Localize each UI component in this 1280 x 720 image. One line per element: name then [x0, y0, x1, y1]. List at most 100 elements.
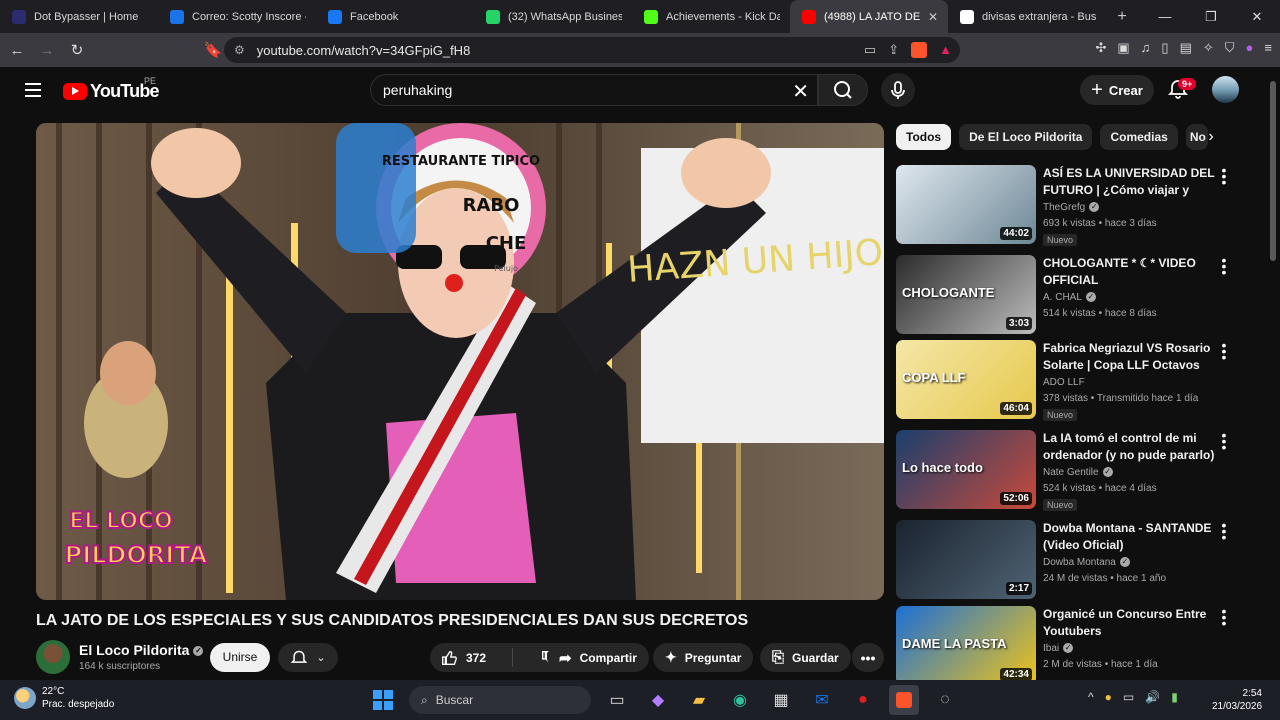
taskbar-search[interactable]: ⌕ Buscar — [409, 686, 591, 714]
browser-tab[interactable]: Achievements - Kick Dashb — [632, 0, 790, 33]
scroll-thumb[interactable] — [1270, 81, 1276, 261]
brave-shields-icon[interactable] — [911, 42, 928, 58]
recommended-channel[interactable]: Nate Gentile ✓ — [1043, 467, 1113, 478]
leo-ai-icon[interactable]: ✧ — [1203, 40, 1214, 56]
browser-tab[interactable]: (4988) LA JATO DE ✕ — [790, 0, 948, 33]
recommended-video[interactable]: COPA LLF 46:04 Fabrica Negriazul VS Rosari… — [896, 338, 1256, 422]
system-clock[interactable]: 2:54 21/03/2026 — [1212, 687, 1262, 713]
edge-icon[interactable]: ◉ — [725, 685, 755, 715]
recommended-channel[interactable]: ADO LLF — [1043, 377, 1085, 388]
browser-tab[interactable]: (32) WhatsApp Business — [474, 0, 632, 33]
recommended-video[interactable]: 44:02 ASÍ ES LA UNIVERSIDAD DEL FUTURO | … — [896, 163, 1256, 247]
ask-button[interactable]: ✦ Preguntar — [653, 643, 754, 672]
outlook-app-icon[interactable]: ✉ — [807, 685, 837, 715]
join-button[interactable]: Unirse — [210, 643, 270, 672]
filter-chip[interactable]: Todos — [896, 124, 952, 150]
guide-menu-icon[interactable] — [25, 83, 41, 97]
video-thumbnail[interactable]: Lo hace todo 52:06 — [896, 430, 1036, 509]
subscription-bell-button[interactable]: ⌄ — [278, 643, 338, 672]
rewards-icon[interactable]: ▲ — [939, 42, 952, 58]
recommended-channel[interactable]: Dowba Montana ✓ — [1043, 557, 1130, 568]
maximize-button[interactable]: ❐ — [1188, 0, 1234, 33]
recommended-video[interactable]: DAME LA PASTA 42:34 Organicé un Concurso E… — [896, 604, 1256, 688]
voice-search-button[interactable] — [881, 73, 915, 107]
clear-search-icon[interactable]: ✕ — [792, 79, 809, 104]
minimize-button[interactable]: — — [1142, 0, 1188, 33]
app-circle-icon[interactable]: ◌ — [930, 685, 960, 715]
recommended-channel[interactable]: A. CHAL ✓ — [1043, 292, 1096, 303]
video-player[interactable]: RESTAURANTE TIPICO RABO CHE Pelujo HAZN … — [36, 123, 884, 600]
volume-icon[interactable]: 🔊 — [1145, 690, 1160, 704]
mic-tray-icon[interactable]: ● — [1105, 690, 1112, 704]
back-icon[interactable]: ← — [4, 42, 30, 59]
cast-icon[interactable]: ▭ — [864, 42, 876, 58]
more-vertical-icon[interactable]: • • • — [1218, 428, 1230, 454]
account-avatar[interactable] — [1212, 76, 1239, 103]
recommended-video[interactable]: 2:17 Dowba Montana - SANTANDE (Video Ofic… — [896, 518, 1256, 602]
more-vertical-icon[interactable]: • • • — [1218, 604, 1230, 630]
media-icon[interactable]: ♫ — [1141, 40, 1151, 56]
recommended-title[interactable]: Fabrica Negriazul VS Rosario Solarte | C… — [1043, 340, 1215, 374]
new-tab-button[interactable]: + — [1106, 8, 1138, 26]
app-red-icon[interactable]: ● — [848, 685, 878, 715]
reload-icon[interactable]: ↻ — [64, 41, 90, 59]
page-scrollbar[interactable] — [1265, 67, 1280, 679]
recommended-title[interactable]: Dowba Montana - SANTANDE (Video Oficial) — [1043, 520, 1215, 554]
video-thumbnail[interactable]: DAME LA PASTA 42:34 — [896, 606, 1036, 685]
file-explorer-icon[interactable]: ▰ — [684, 685, 714, 715]
screenshot-icon[interactable]: ▣ — [1117, 40, 1129, 56]
recommended-title[interactable]: Organicé un Concurso Entre Youtubers — [1043, 606, 1215, 640]
chevron-right-icon[interactable]: › — [1198, 124, 1224, 150]
vpn-icon[interactable]: ⛉ — [1225, 40, 1235, 56]
recommended-channel[interactable]: TheGrefg ✓ — [1043, 202, 1100, 213]
create-button[interactable]: + Crear — [1080, 75, 1154, 105]
browser-tab[interactable]: Correo: Scotty Inscore - Ou — [158, 0, 316, 33]
sidebar-icon[interactable]: ▯ — [1161, 40, 1168, 56]
more-vertical-icon[interactable]: • • • — [1218, 163, 1230, 189]
recommended-video[interactable]: CHOLOGANTE 3:03 CHOLOGANTE * ☾* VIDEO OFFI… — [896, 253, 1256, 337]
display-icon[interactable]: ▭ — [1123, 690, 1134, 704]
recommended-channel[interactable]: Ibai ✓ — [1043, 643, 1074, 654]
forward-icon[interactable]: → — [34, 42, 60, 59]
filter-chip[interactable]: De El Loco Pildorita — [959, 124, 1093, 150]
share-icon[interactable]: ⇪ — [888, 42, 899, 58]
store-icon[interactable]: ▦ — [766, 685, 796, 715]
video-thumbnail[interactable]: COPA LLF 46:04 — [896, 340, 1036, 419]
share-button[interactable]: ➦ Compartir — [547, 643, 649, 672]
weather-widget[interactable]: 22°C Prac. despejado — [14, 685, 114, 711]
save-button[interactable]: ⎘ Guardar — [760, 643, 851, 672]
video-thumbnail[interactable]: CHOLOGANTE 3:03 — [896, 255, 1036, 334]
browser-tab[interactable]: Facebook — [316, 0, 474, 33]
menu-icon[interactable]: ≡ — [1264, 40, 1272, 56]
close-window-button[interactable]: ✕ — [1234, 0, 1280, 33]
more-vertical-icon[interactable]: • • • — [1218, 518, 1230, 544]
video-thumbnail[interactable]: 2:17 — [896, 520, 1036, 599]
close-tab-icon[interactable]: ✕ — [928, 10, 938, 24]
profile-icon[interactable]: ● — [1246, 40, 1254, 56]
site-info-icon[interactable]: ⚙ — [234, 43, 245, 57]
copilot-icon[interactable]: ◆ — [643, 685, 673, 715]
browser-tab[interactable]: Dot Bypasser | Home — [0, 0, 158, 33]
more-vertical-icon[interactable]: • • • — [1218, 338, 1230, 364]
channel-avatar[interactable] — [36, 640, 70, 674]
recommended-title[interactable]: CHOLOGANTE * ☾* VIDEO OFFICIAL — [1043, 255, 1215, 289]
recommended-title[interactable]: ASÍ ES LA UNIVERSIDAD DEL FUTURO | ¿Cómo… — [1043, 165, 1215, 199]
tray-expand-icon[interactable]: ^ — [1088, 690, 1094, 704]
bookmark-icon[interactable]: 🔖 — [200, 41, 226, 59]
windows-start-icon[interactable] — [368, 685, 398, 715]
search-button[interactable] — [818, 74, 868, 106]
wallet-icon[interactable]: ▤ — [1180, 40, 1192, 56]
extensions-icon[interactable]: ✣ — [1095, 40, 1106, 56]
task-view-icon[interactable]: ▭ — [602, 685, 632, 715]
brave-browser-icon[interactable] — [889, 685, 919, 715]
like-button[interactable]: 372 — [430, 648, 513, 667]
filter-chip[interactable]: Comedias — [1100, 124, 1178, 150]
browser-tab[interactable]: divisas extranjera - Buscar — [948, 0, 1106, 33]
battery-icon[interactable]: ▮ — [1171, 690, 1178, 704]
more-vertical-icon[interactable]: • • • — [1218, 253, 1230, 279]
more-actions-button[interactable]: ••• — [852, 643, 884, 672]
video-thumbnail[interactable]: 44:02 — [896, 165, 1036, 244]
search-input[interactable]: peruhaking ✕ — [370, 74, 818, 106]
recommended-title[interactable]: La IA tomó el control de mi ordenador (y… — [1043, 430, 1215, 464]
channel-name-link[interactable]: El Loco Pildorita ✓ — [79, 642, 204, 658]
